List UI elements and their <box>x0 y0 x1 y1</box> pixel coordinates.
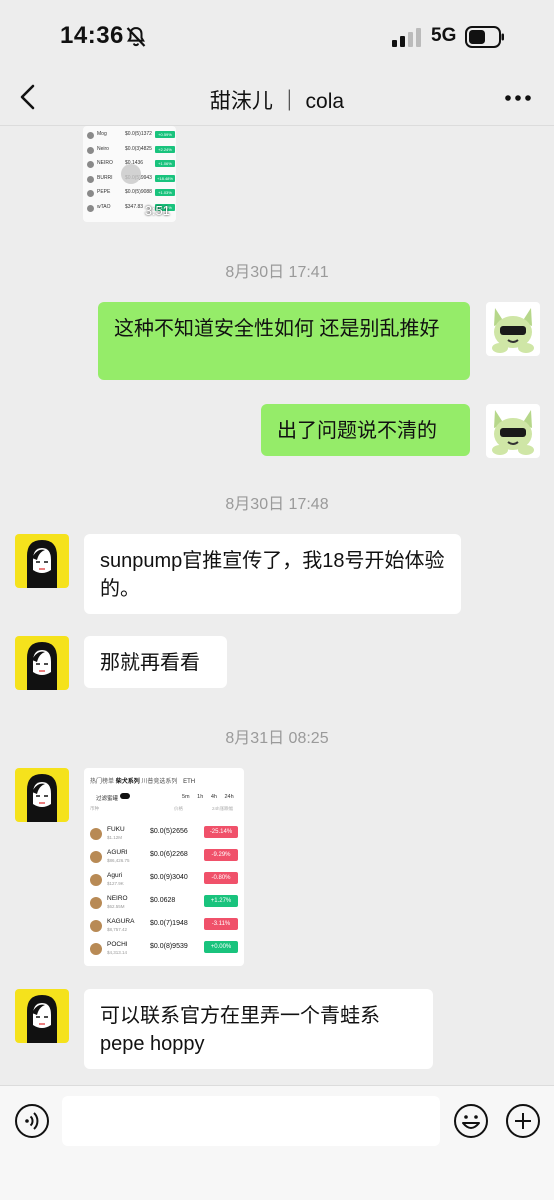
token-icon <box>90 828 102 840</box>
token-volume: $1.12M <box>107 835 123 840</box>
token-change: +1.03% <box>155 189 175 196</box>
bell-muted-icon <box>126 26 146 47</box>
message-bubble-own[interactable]: 这种不知道安全性如何 还是别乱推好 <box>98 302 470 380</box>
own-avatar[interactable] <box>486 302 540 356</box>
message-timestamp: 8月31日 08:25 <box>225 730 329 747</box>
contact-avatar[interactable] <box>15 636 69 690</box>
video-message-thumbnail[interactable]: Mog $0.0(5)1372 +0.59% Neiro $0.0(3)4825 +2.2… <box>83 126 176 222</box>
token-price: $0.0(7)1948 <box>150 920 188 927</box>
token-change-badge: +0.00% <box>204 941 238 953</box>
add-attachment-icon[interactable] <box>505 1103 541 1139</box>
token-price: $0.0(3)4825 <box>125 145 152 152</box>
token-volume: $86,426.75 <box>107 858 130 863</box>
column-header: 币种 <box>90 806 99 811</box>
more-options-icon[interactable] <box>502 84 534 112</box>
column-header: 价格 <box>174 806 183 811</box>
token-change-badge: -9.29% <box>204 849 238 861</box>
token-icon <box>90 920 102 932</box>
token-icon <box>90 943 102 955</box>
token-icon <box>90 874 102 886</box>
video-thumb-row: Mog $0.0(5)1372 +0.59% <box>87 131 175 142</box>
token-name: POCHI <box>107 941 128 948</box>
token-name: Aguri <box>107 872 123 879</box>
token-ticker: NEIRO <box>97 160 113 166</box>
token-change: +1.06% <box>155 160 175 167</box>
token-row: KAGURA $8,757.42 $0.0(7)1948 -3.11% <box>84 916 244 938</box>
token-icon <box>87 190 94 197</box>
token-change: +2.24% <box>155 145 175 153</box>
token-ticker: BURRI <box>97 174 113 181</box>
video-duration: 3:51 <box>144 203 170 218</box>
message-timestamp: 8月30日 17:48 <box>225 496 329 513</box>
token-volume: $8,757.42 <box>107 927 128 932</box>
token-name: NEIRO <box>107 895 128 902</box>
token-price: $0.0(5)9088 <box>125 189 152 195</box>
token-price: $0.0(8)9539 <box>150 943 188 950</box>
token-volume: $127.9K <box>107 881 124 886</box>
token-price: $0.0(6)2268 <box>150 851 188 858</box>
token-row: NEIRO $62.55M $0.0628 +1.27% <box>84 893 244 915</box>
token-name: KAGURA <box>107 918 135 925</box>
token-row: Aguri $127.9K $0.0(9)3040 -0.80% <box>84 870 244 892</box>
token-ticker: Neiro <box>97 145 109 152</box>
token-change: +18.48% <box>155 174 175 182</box>
token-icon <box>90 897 102 909</box>
token-change-badge: +1.27% <box>204 895 238 907</box>
token-price: $0.0(5)2656 <box>150 828 188 835</box>
token-change-badge: -25.14% <box>204 826 238 838</box>
contact-avatar[interactable] <box>15 989 69 1043</box>
message-bubble-contact[interactable]: 可以联系官方在里弄一个青蛙系pepe hoppy <box>84 989 433 1069</box>
token-icon <box>87 204 94 212</box>
message-bubble-contact[interactable]: sunpump官推宣传了，我18号开始体验的。 <box>84 534 461 614</box>
filter-toggle <box>120 793 130 799</box>
token-change-badge: -3.11% <box>204 918 238 930</box>
message-input-bar <box>0 1085 554 1200</box>
filter-label: 过滤蜜罐 <box>96 796 119 802</box>
image-message-token-list[interactable]: 热门榜单 柴犬系列 川普竞选系列 ETH 过滤蜜罐 5m 1h 4h 24h 币… <box>84 768 244 966</box>
token-icon <box>90 851 102 863</box>
chat-header: 甜沫儿 ｜ cola <box>0 70 554 126</box>
token-change-badge: -0.80% <box>204 872 238 884</box>
token-icon <box>87 175 94 183</box>
emoji-icon[interactable] <box>453 1103 489 1139</box>
own-avatar[interactable] <box>486 404 540 458</box>
token-icon <box>87 161 94 168</box>
token-price: $347.83 <box>125 203 144 210</box>
message-bubble-own[interactable]: 出了问题说不清的 <box>261 404 470 456</box>
token-price: $0.0628 <box>150 897 176 904</box>
token-row: FUKU $1.12M $0.0(5)2656 -25.14% <box>84 824 244 846</box>
message-bubble-contact[interactable]: 那就再看看 <box>84 636 227 688</box>
token-icon <box>87 146 94 154</box>
battery-icon <box>465 26 504 48</box>
video-thumb-row: Neiro $0.0(3)4825 +2.24% <box>87 145 175 157</box>
voice-input-icon[interactable] <box>14 1103 50 1139</box>
token-ticker: Mog <box>97 131 107 137</box>
status-bar: 14:36 5G <box>0 0 554 70</box>
token-row: AGURI $86,426.75 $0.0(6)2268 -9.29% <box>84 847 244 869</box>
token-ticker: PEPE <box>97 189 111 195</box>
token-price: $0.0(9)3040 <box>150 874 188 881</box>
message-timestamp: 8月30日 17:41 <box>225 264 329 281</box>
token-name: FUKU <box>107 826 125 833</box>
status-time: 14:36 <box>60 22 124 49</box>
contact-avatar[interactable] <box>15 534 69 588</box>
video-thumb-row: PEPE $0.0(5)9088 +1.03% <box>87 189 175 200</box>
contact-avatar[interactable] <box>15 768 69 822</box>
column-header: 24h涨跌幅 <box>212 806 234 811</box>
network-type: 5G <box>431 25 457 46</box>
chat-title: 甜沫儿 ｜ cola <box>209 90 345 113</box>
token-price: $0.0(5)1372 <box>125 131 152 137</box>
token-row: POCHI $4,313.14 $0.0(8)9539 +0.00% <box>84 939 244 961</box>
token-icon <box>87 132 94 139</box>
period-selector: 5m 1h 4h 24h <box>182 794 234 800</box>
message-input[interactable] <box>62 1096 440 1146</box>
signal-icon <box>392 28 421 47</box>
token-volume: $62.55M <box>107 904 125 909</box>
token-ticker: wTAO <box>97 203 111 210</box>
token-change: +0.59% <box>155 131 175 138</box>
token-volume: $4,313.14 <box>107 950 128 955</box>
play-icon <box>121 164 141 184</box>
token-name: AGURI <box>107 849 128 856</box>
token-tabs: 热门榜单 柴犬系列 川普竞选系列 ETH <box>90 779 196 785</box>
